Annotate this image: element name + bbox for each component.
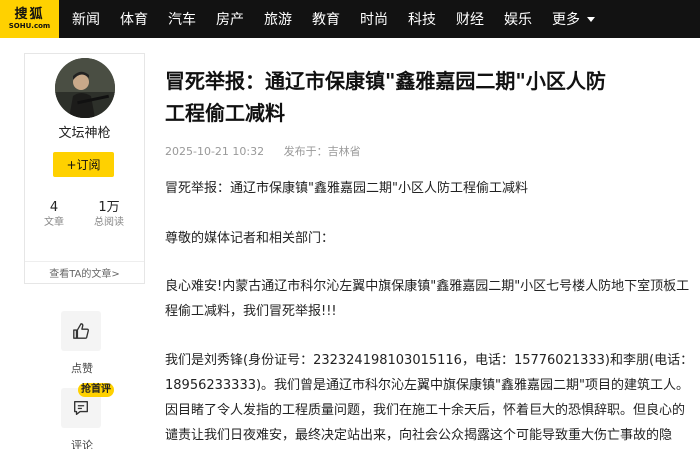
articles-stat: 4 文章 — [29, 200, 79, 230]
paragraph-4-line-2: 18956233333)。我们曾是通辽市科尔沁左翼中旗保康镇"鑫雅嘉园二期"项目… — [165, 378, 690, 393]
divider — [25, 261, 144, 262]
chevron-down-icon — [587, 16, 595, 22]
like-button[interactable] — [61, 311, 101, 351]
paragraph-4-line-4: 谴责让我们日夜难安，最终决定站出来，向社会公众揭露这个可能导致重大伤亡事故的隐 — [165, 428, 673, 443]
paragraph-4-line-1: 我们是刘秀锋(身份证号：232324198103015116，电话：157760… — [165, 353, 694, 368]
publish-date: 2025-10-21 10:32 — [165, 145, 265, 158]
like-label: 点赞 — [71, 362, 93, 375]
nav-more-menu[interactable]: 更多 — [552, 9, 595, 29]
like-action[interactable]: 点赞 — [61, 311, 103, 376]
title-line-1: 冒死举报：通辽市保康镇"鑫雅嘉园二期"小区人防 — [165, 69, 606, 93]
comment-icon — [74, 401, 88, 415]
thumbs-up-icon — [73, 323, 89, 339]
title-line-2: 工程偷工减料 — [165, 101, 285, 125]
article-title: 冒死举报：通辽市保康镇"鑫雅嘉园二期"小区人防 工程偷工减料 — [165, 65, 695, 129]
reads-label: 总阅读 — [94, 217, 124, 228]
paragraph-1: 冒死举报：通辽市保康镇"鑫雅嘉园二期"小区人防工程偷工减料 — [165, 181, 528, 196]
author-avatar[interactable] — [55, 58, 115, 118]
paragraph-4: 我们是刘秀锋(身份证号：232324198103015116，电话：157760… — [165, 348, 700, 448]
comment-button[interactable]: 抢首评 — [61, 383, 114, 428]
comment-action[interactable]: 抢首评 评论 — [61, 383, 114, 449]
comment-label: 评论 — [71, 439, 93, 449]
nav-item-travel[interactable]: 旅游 — [264, 9, 292, 29]
nav-item-entertainment[interactable]: 娱乐 — [504, 9, 532, 29]
sohu-logo[interactable]: 搜狐 SOHU.com — [0, 0, 59, 38]
logo-text: 搜狐 — [14, 6, 45, 22]
nav-item-tech[interactable]: 科技 — [408, 9, 436, 29]
nav-more-label: 更多 — [552, 12, 580, 28]
first-comment-badge: 抢首评 — [78, 383, 114, 397]
reads-count: 1万 — [98, 200, 120, 215]
publish-location: 发布于：吉林省 — [283, 145, 361, 158]
follow-button[interactable]: +订阅 — [53, 152, 114, 177]
nav-item-news[interactable]: 新闻 — [72, 9, 100, 29]
reads-stat: 1万 总阅读 — [84, 200, 134, 230]
nav-item-education[interactable]: 教育 — [312, 9, 340, 29]
articles-label: 文章 — [44, 217, 64, 228]
top-nav-bar: 搜狐 SOHU.com 新闻 体育 汽车 房产 旅游 教育 时尚 科技 财经 娱… — [0, 0, 700, 38]
paragraph-3-line-2: 程偷工减料，我们冒死举报!!! — [165, 304, 337, 319]
nav-item-finance[interactable]: 财经 — [456, 9, 484, 29]
author-card: 文坛神枪 +订阅 4 文章 1万 总阅读 查看TA的文章> — [24, 53, 145, 284]
view-author-articles-link[interactable]: 查看TA的文章> — [25, 265, 144, 280]
channel-nav: 新闻 体育 汽车 房产 旅游 教育 时尚 科技 财经 娱乐 更多 — [72, 0, 615, 38]
paragraph-4-line-3: 因目睹了令人发指的工程质量问题，我们在施工十余天后，怀着巨大的恐惧辞职。但良心的 — [165, 403, 686, 418]
paragraph-3: 良心难安!内蒙古通辽市科尔沁左翼中旗保康镇"鑫雅嘉园二期"小区七号楼人防地下室顶… — [165, 274, 700, 324]
paragraph-3-line-1: 良心难安!内蒙古通辽市科尔沁左翼中旗保康镇"鑫雅嘉园二期"小区七号楼人防地下室顶… — [165, 279, 690, 294]
paragraph-2: 尊敬的媒体记者和相关部门： — [165, 231, 335, 246]
logo-domain: SOHU.com — [8, 21, 51, 30]
nav-item-fashion[interactable]: 时尚 — [360, 9, 388, 29]
nav-item-sports[interactable]: 体育 — [120, 9, 148, 29]
articles-count: 4 — [49, 200, 59, 215]
author-name[interactable]: 文坛神枪 — [25, 122, 144, 141]
nav-item-auto[interactable]: 汽车 — [168, 9, 196, 29]
article-meta: 2025-10-21 10:32 发布于：吉林省 — [165, 143, 377, 159]
nav-item-house[interactable]: 房产 — [216, 9, 244, 29]
